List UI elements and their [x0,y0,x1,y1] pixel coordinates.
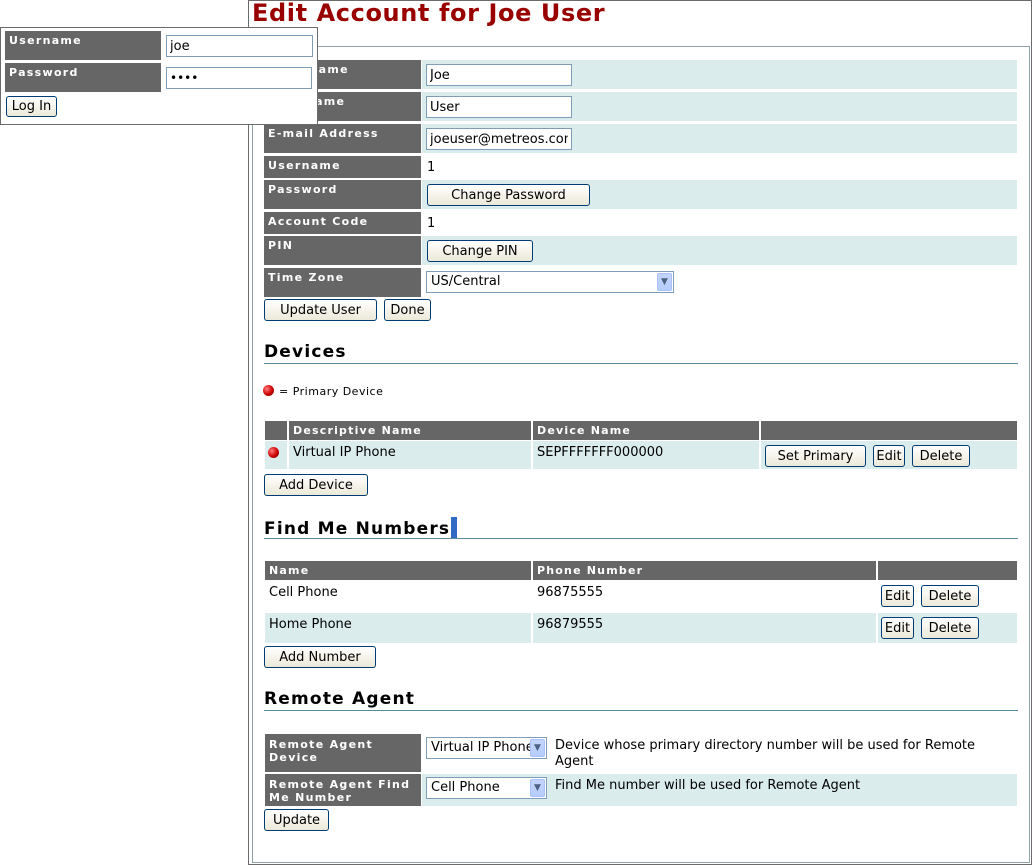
remote-agent-find-me-help: Find Me number will be used for Remote A… [555,778,861,793]
account-code-value: 1 [427,216,436,231]
chevron-down-icon: ▼ [657,273,672,291]
username-label: Username [264,156,421,178]
device-edit-button[interactable]: Edit [873,445,905,467]
find-me-delete-button[interactable]: Delete [921,585,979,607]
primary-device-icon [268,447,279,458]
change-pin-button[interactable]: Change PIN [427,240,533,262]
remote-agent-heading: Remote Agent [264,689,416,709]
change-password-button[interactable]: Change Password [427,184,590,206]
find-me-edit-button[interactable]: Edit [881,617,914,639]
device-name: SEPFFFFFFF000000 [533,441,759,469]
pin-label: PIN [264,236,421,265]
text-cursor [451,517,458,538]
find-me-heading: Find Me Numbers [264,517,458,539]
remote-agent-device-select[interactable]: Virtual IP Phone ▼ [426,737,547,759]
remote-agent-find-me-value: Cell Phone [431,780,500,795]
find-me-name: Cell Phone [269,585,338,600]
login-window: Username Password Log In [0,27,318,125]
account-code-label: Account Code [264,212,421,234]
first-name-input[interactable] [426,64,572,86]
find-me-phone: 96879555 [533,613,876,643]
login-username-input[interactable] [166,35,313,57]
time-zone-label: Time Zone [264,268,421,297]
remote-agent-find-me-label: Remote Agent Find Me Number [265,774,421,806]
device-marker-cell [265,441,287,469]
email-input[interactable] [426,128,572,150]
remote-agent-device-label: Remote Agent Device [265,734,421,772]
time-zone-value: US/Central [431,274,501,289]
find-me-edit-button[interactable]: Edit [881,585,914,607]
remote-agent-device-help: Device whose primary directory number wi… [555,738,976,769]
set-primary-button[interactable]: Set Primary [765,445,866,467]
primary-device-legend: = Primary Device [279,385,384,398]
devices-col-marker [265,421,287,440]
update-user-button[interactable]: Update User [264,299,377,321]
login-password-input[interactable] [166,67,312,89]
chevron-down-icon: ▼ [530,779,545,797]
find-me-heading-text: Find Me Numbers [264,519,451,539]
devices-col-descriptive-name: Descriptive Name [289,421,531,440]
add-number-button[interactable]: Add Number [264,646,376,668]
find-me-divider [264,538,1018,539]
find-me-name: Home Phone [265,613,531,643]
page-title: Edit Account for Joe User [252,0,606,27]
password-label: Password [264,180,421,209]
devices-col-actions [761,421,1017,440]
time-zone-select[interactable]: US/Central ▼ [426,271,674,293]
find-me-delete-button[interactable]: Delete [921,617,979,639]
find-me-col-phone: Phone Number [533,561,876,580]
device-delete-button[interactable]: Delete [912,445,970,467]
login-button[interactable]: Log In [6,96,57,117]
primary-device-icon [263,385,274,396]
remote-agent-find-me-select[interactable]: Cell Phone ▼ [426,777,547,799]
find-me-phone: 96875555 [537,585,604,600]
remote-agent-divider [264,710,1018,711]
login-password-label: Password [5,63,161,92]
devices-divider [264,363,1018,364]
remote-agent-update-button[interactable]: Update [264,809,329,831]
add-device-button[interactable]: Add Device [264,474,368,496]
done-button[interactable]: Done [384,299,431,321]
login-username-label: Username [5,31,161,60]
find-me-col-name: Name [265,561,531,580]
device-descriptive-name: Virtual IP Phone [289,441,531,469]
email-label: E-mail Address [264,124,421,153]
devices-col-device-name: Device Name [533,421,759,440]
username-value: 1 [427,160,436,175]
find-me-col-actions [878,561,1017,580]
chevron-down-icon: ▼ [530,739,545,757]
last-name-input[interactable] [426,96,572,118]
devices-heading: Devices [264,342,347,362]
remote-agent-device-value: Virtual IP Phone [431,740,534,755]
